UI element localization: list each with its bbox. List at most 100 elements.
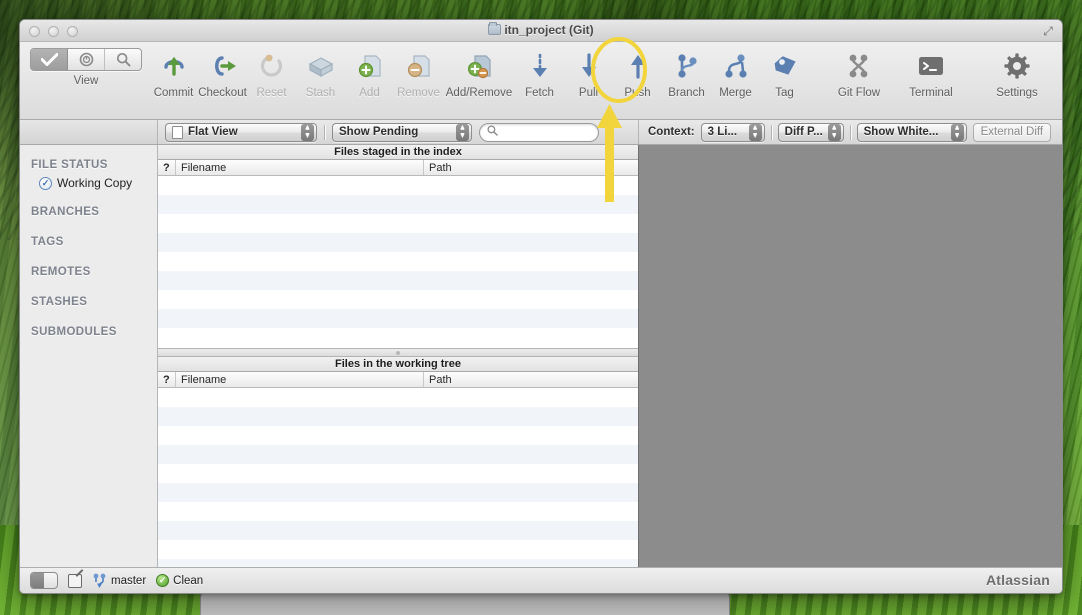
table-row[interactable] <box>158 328 638 347</box>
diff-options: Context: 3 Li... ▲▼ Diff P... ▲▼ Show Wh… <box>638 120 1051 144</box>
diff-preset-dropdown[interactable]: Diff P... ▲▼ <box>778 123 844 142</box>
table-row[interactable] <box>158 502 638 521</box>
view-segmented-control[interactable] <box>30 48 142 71</box>
toolbar-button-fetch[interactable]: Fetch <box>515 48 564 99</box>
column-header-path[interactable]: Path <box>424 372 638 387</box>
toolbar-label-pull: Pull <box>579 87 598 99</box>
table-row[interactable] <box>158 464 638 483</box>
branch-name: master <box>111 575 146 587</box>
toolbar-label-remove: Remove <box>397 87 440 99</box>
checkmark-icon[interactable] <box>31 49 68 70</box>
chevron-updown-icon[interactable]: ▲▼ <box>749 124 762 141</box>
toolbar-button-terminal[interactable]: Terminal <box>895 48 967 99</box>
filter-label: Show Pending <box>339 126 418 138</box>
column-header-status[interactable]: ? <box>158 160 176 175</box>
fetch-icon <box>528 48 552 84</box>
branch-icon <box>92 573 107 588</box>
chevron-updown-icon[interactable]: ▲▼ <box>456 124 469 141</box>
table-row[interactable] <box>158 483 638 502</box>
table-row[interactable] <box>158 252 638 271</box>
toolbar-label-branch: Branch <box>668 87 704 99</box>
remove-icon <box>405 48 433 84</box>
table-row[interactable] <box>158 559 638 567</box>
chevron-updown-icon[interactable]: ▲▼ <box>951 124 964 141</box>
view-mode-dropdown[interactable]: Flat View ▲▼ <box>165 123 317 142</box>
sidebar-item-working-copy[interactable]: ✓ Working Copy <box>20 175 157 192</box>
column-header-status[interactable]: ? <box>158 372 176 387</box>
toolbar-button-tag[interactable]: Tag <box>760 48 809 99</box>
toolbar-button-merge[interactable]: Merge <box>711 48 760 99</box>
column-header-filename[interactable]: Filename <box>176 160 424 175</box>
table-row[interactable] <box>158 426 638 445</box>
chevron-updown-icon[interactable]: ▲▼ <box>828 124 841 141</box>
table-row[interactable] <box>158 290 638 309</box>
reset-icon <box>258 48 286 84</box>
history-icon[interactable] <box>68 49 105 70</box>
context-lines-dropdown[interactable]: 3 Li... ▲▼ <box>701 123 765 142</box>
sidebar-section-stashes[interactable]: STASHES <box>20 282 157 312</box>
edit-icon <box>68 574 82 588</box>
table-row[interactable] <box>158 540 638 559</box>
fullscreen-icon[interactable]: ⤢ <box>1041 24 1055 38</box>
tag-icon <box>771 48 799 84</box>
toolbar-button-pull[interactable]: Pull <box>564 48 613 99</box>
toolbar-button-add[interactable]: Add <box>345 48 394 99</box>
option-bar: Flat View ▲▼ Show Pending ▲▼ Context: 3 … <box>20 120 1062 145</box>
toolbar-label-stash: Stash <box>306 87 335 99</box>
whitespace-label: Show White... <box>864 126 939 138</box>
pane-splitter[interactable] <box>158 348 638 357</box>
table-row[interactable] <box>158 176 638 195</box>
staged-file-rows[interactable] <box>158 176 638 348</box>
table-row[interactable] <box>158 388 638 407</box>
page-icon <box>172 126 183 139</box>
stash-icon <box>306 48 336 84</box>
toolbar-label-git-flow: Git Flow <box>838 87 880 99</box>
staged-pane-title: Files staged in the index <box>158 145 638 160</box>
table-row[interactable] <box>158 271 638 290</box>
edit-button[interactable] <box>68 574 82 588</box>
search-icon[interactable] <box>105 49 141 70</box>
sidebar-toggle-button[interactable] <box>30 572 58 589</box>
toolbar-button-reset[interactable]: Reset <box>247 48 296 99</box>
toolbar-button-remove[interactable]: Remove <box>394 48 443 99</box>
table-row[interactable] <box>158 233 638 252</box>
toolbar-button-stash[interactable]: Stash <box>296 48 345 99</box>
table-row[interactable] <box>158 407 638 426</box>
whitespace-dropdown[interactable]: Show White... ▲▼ <box>857 123 967 142</box>
divider <box>771 125 772 140</box>
chevron-updown-icon[interactable]: ▲▼ <box>301 124 314 141</box>
search-input[interactable] <box>479 123 599 142</box>
table-row[interactable] <box>158 445 638 464</box>
branch-indicator[interactable]: master <box>92 573 146 588</box>
toolbar-label-add: Add <box>359 87 379 99</box>
folder-icon <box>488 24 501 35</box>
toolbar-button-settings[interactable]: Settings <box>981 48 1053 99</box>
table-row[interactable] <box>158 214 638 233</box>
table-row[interactable] <box>158 195 638 214</box>
toolbar-label-checkout: Checkout <box>198 87 247 99</box>
table-row[interactable] <box>158 309 638 328</box>
main-toolbar: View Commit Che <box>20 42 1062 120</box>
filter-dropdown[interactable]: Show Pending ▲▼ <box>332 123 472 142</box>
sidebar-section-submodules[interactable]: SUBMODULES <box>20 312 157 342</box>
toolbar-button-commit[interactable]: Commit <box>149 48 198 99</box>
toolbar-button-add-remove[interactable]: Add/Remove <box>443 48 515 99</box>
diff-preview-pane[interactable] <box>638 145 1062 567</box>
sidebar-section-remotes[interactable]: REMOTES <box>20 252 157 282</box>
toolbar-button-push[interactable]: Push <box>613 48 662 99</box>
repo-status: Clean <box>173 575 203 587</box>
external-diff-button[interactable]: External Diff <box>973 123 1051 142</box>
working-tree-file-rows[interactable] <box>158 388 638 567</box>
background-window[interactable] <box>200 591 730 615</box>
table-row[interactable] <box>158 521 638 540</box>
window-body: FILE STATUS ✓ Working Copy BRANCHES TAGS… <box>20 145 1062 567</box>
toolbar-button-checkout[interactable]: Checkout <box>198 48 247 99</box>
toolbar-button-branch[interactable]: Branch <box>662 48 711 99</box>
column-header-filename[interactable]: Filename <box>176 372 424 387</box>
toolbar-label-merge: Merge <box>719 87 752 99</box>
toolbar-button-git-flow[interactable]: Git Flow <box>823 48 895 99</box>
sidebar-section-branches[interactable]: BRANCHES <box>20 192 157 222</box>
toolbar-label-tag: Tag <box>775 87 794 99</box>
sidebar-section-tags[interactable]: TAGS <box>20 222 157 252</box>
column-header-path[interactable]: Path <box>424 160 638 175</box>
